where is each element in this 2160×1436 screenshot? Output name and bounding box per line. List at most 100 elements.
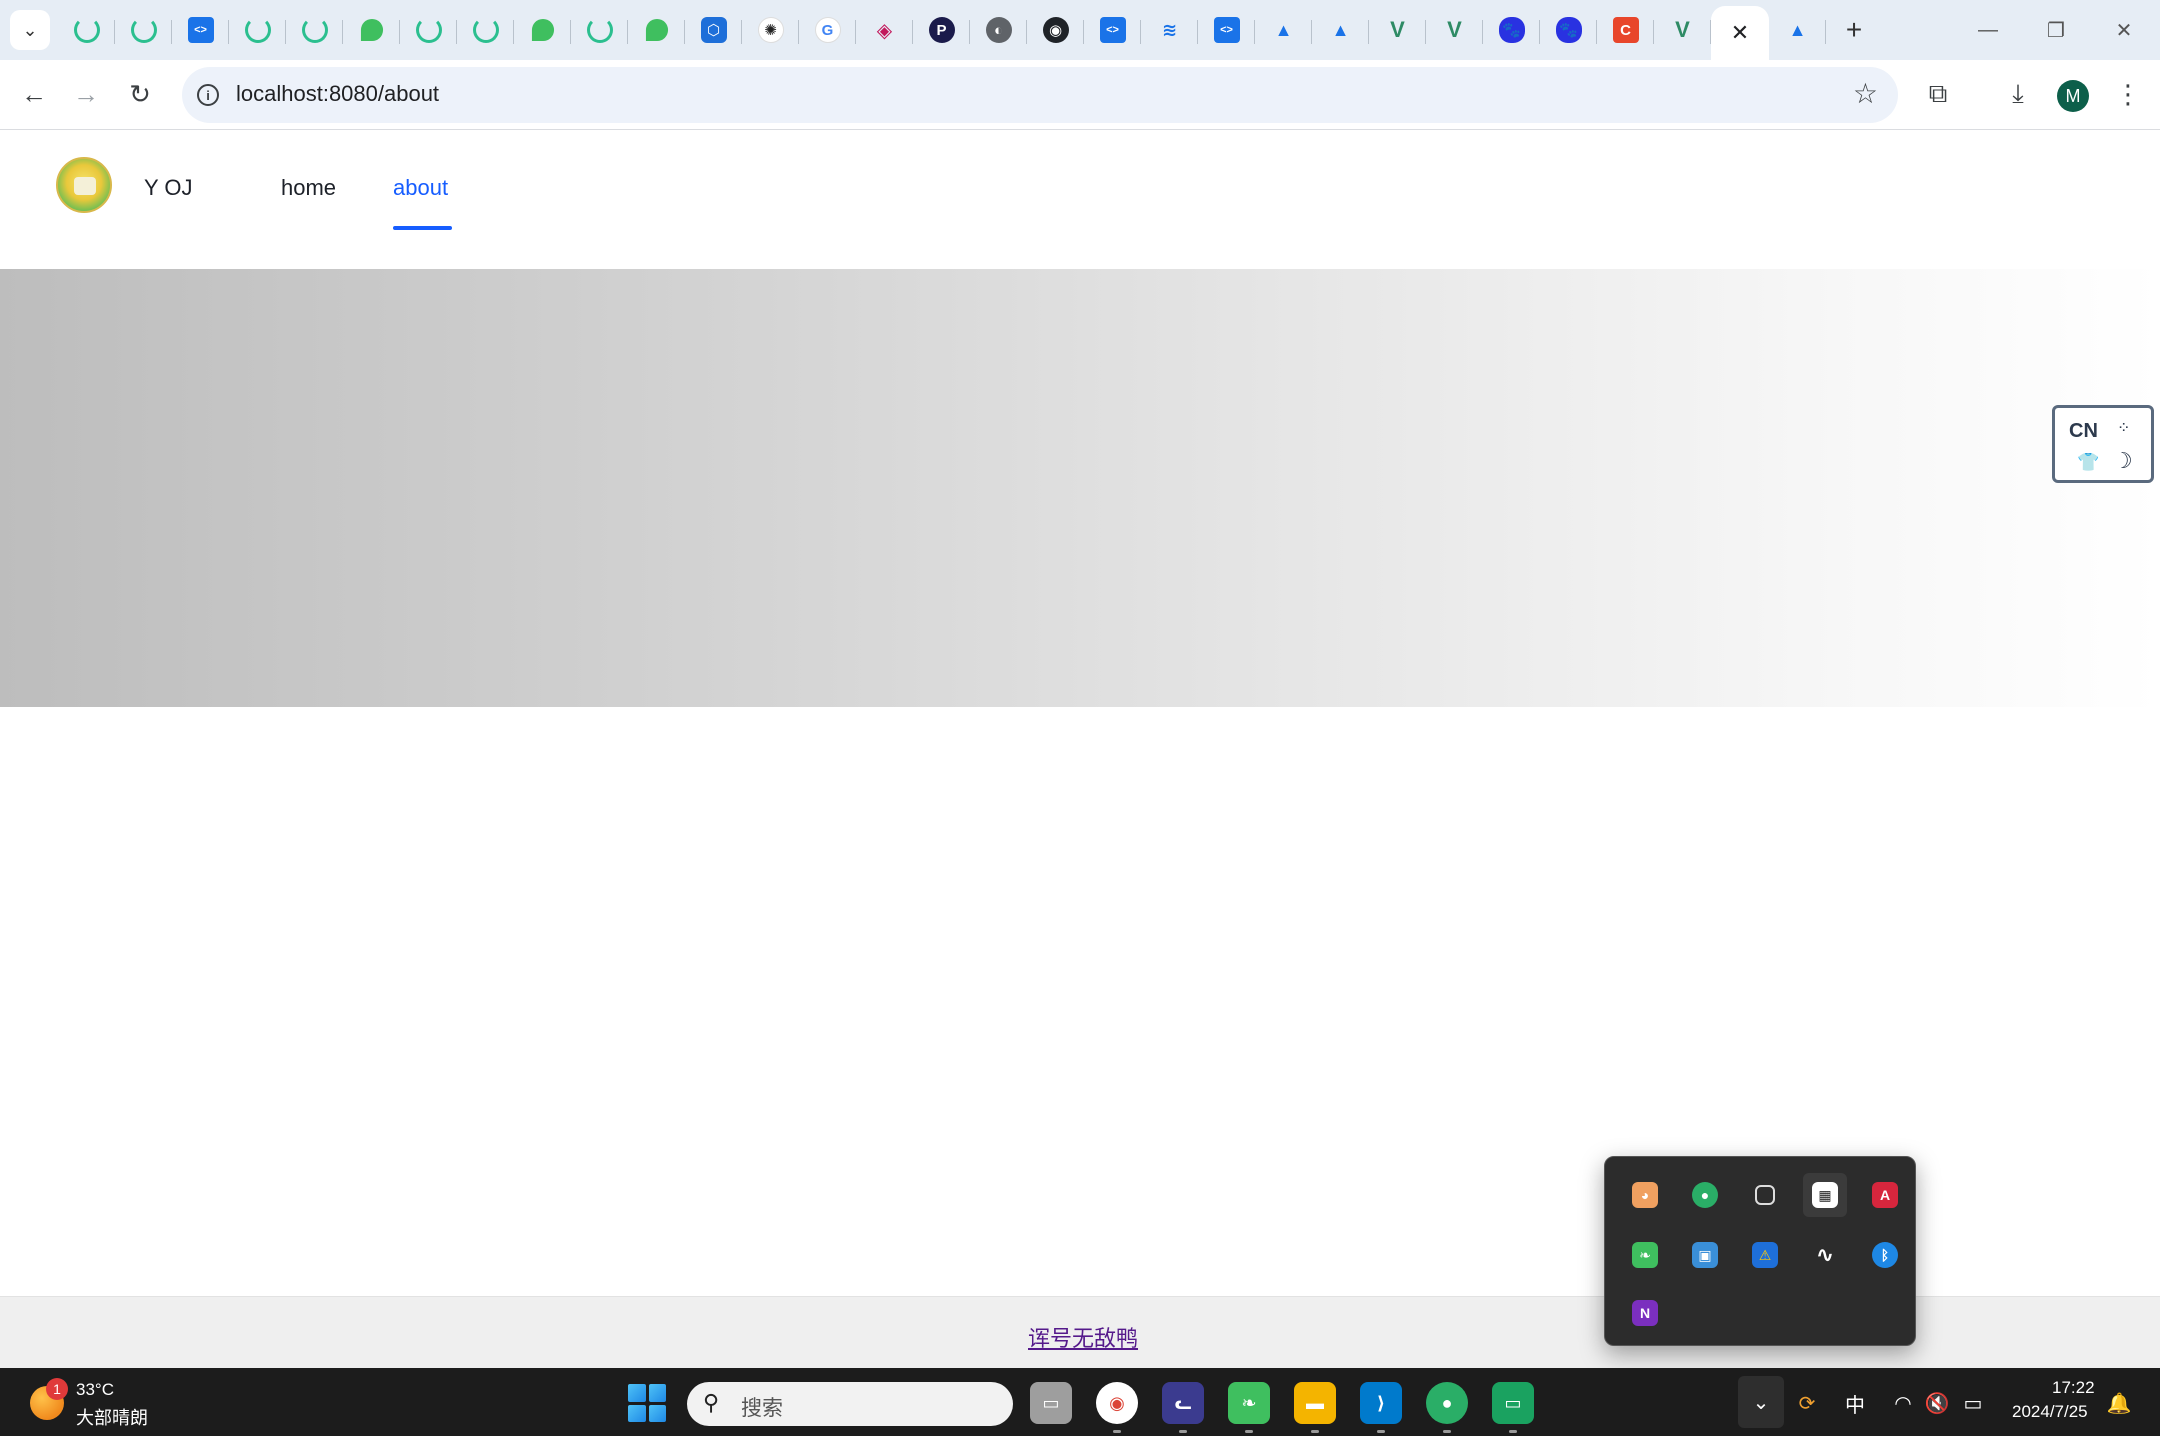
site-brand[interactable]: Y OJ — [144, 175, 193, 201]
tab-search-chevron-icon[interactable]: ⌄ — [10, 10, 50, 50]
bluetooth-icon[interactable]: ᛒ — [1863, 1233, 1907, 1277]
volume-muted-icon[interactable]: 🔇 — [1920, 1386, 1954, 1420]
copy-icon[interactable] — [1743, 1173, 1787, 1217]
code-editor-icon: <> — [1099, 17, 1126, 43]
tab[interactable]: ◈ — [856, 6, 913, 54]
minimize-icon[interactable]: — — [1958, 10, 2018, 50]
file-explorer-icon[interactable]: ▬ — [1294, 1382, 1336, 1424]
bookmark-star-icon[interactable]: ☆ — [1853, 77, 1878, 110]
tab[interactable] — [400, 6, 457, 54]
n-logo-icon[interactable]: ∿ — [1803, 1233, 1847, 1277]
address-bar[interactable]: i localhost:8080/about ☆ — [182, 67, 1898, 123]
battery-icon[interactable]: ▭ — [1956, 1386, 1990, 1420]
tab[interactable]: P — [913, 6, 970, 54]
app-grid-icon[interactable]: ▦ — [1803, 1173, 1847, 1217]
running-indicator — [1245, 1430, 1253, 1433]
tab[interactable]: C — [1597, 6, 1654, 54]
tab[interactable]: G — [799, 6, 856, 54]
menu-item-about[interactable]: about — [393, 175, 448, 201]
close-icon[interactable]: ✕ — [1731, 20, 1749, 46]
tab[interactable]: ✺ — [742, 6, 799, 54]
reload-icon[interactable]: ↻ — [120, 74, 160, 114]
start-windows-icon[interactable] — [628, 1384, 666, 1422]
green-app-icon[interactable]: ❧ — [1623, 1233, 1667, 1277]
display-icon[interactable]: ▣ — [1683, 1233, 1727, 1277]
pdf-app-icon[interactable]: A — [1863, 1173, 1907, 1217]
active-menu-indicator — [393, 226, 452, 230]
chrome-icon[interactable]: ◉ — [1096, 1382, 1138, 1424]
tab[interactable] — [457, 6, 514, 54]
remote-desktop-icon[interactable]: ▭ — [1492, 1382, 1534, 1424]
vue-icon: V — [1447, 17, 1462, 42]
tab-active[interactable]: ✕ — [1711, 6, 1769, 60]
extensions-puzzle-icon[interactable]: ⧉ — [1918, 74, 1958, 114]
search-icon: ⚲ — [703, 1390, 720, 1415]
wifi-icon[interactable]: ◠ — [1886, 1386, 1920, 1420]
vscode-icon[interactable]: ⟩ — [1360, 1382, 1402, 1424]
notification-bell-icon[interactable]: 🔔 — [2102, 1386, 2136, 1420]
url-text[interactable]: localhost:8080/about — [236, 81, 439, 107]
back-arrow-icon[interactable]: ← — [14, 74, 54, 114]
menu-item-home[interactable]: home — [281, 175, 336, 201]
cat-app-icon[interactable]: ◕ — [1623, 1173, 1667, 1217]
banner-placeholder — [0, 269, 2160, 707]
clock-time[interactable]: 17:22 — [2052, 1378, 2095, 1398]
onenote-icon[interactable]: N — [1623, 1291, 1667, 1335]
tab[interactable] — [514, 6, 571, 54]
green-app-icon[interactable]: ❧ — [1228, 1382, 1270, 1424]
tab[interactable]: ▲ — [1769, 6, 1826, 54]
running-indicator — [1179, 1430, 1187, 1433]
tab[interactable]: 🐾 — [1483, 6, 1540, 54]
profile-avatar[interactable]: M — [2057, 80, 2089, 112]
more-menu-icon[interactable]: ⋮ — [2108, 74, 2148, 114]
task-view-icon[interactable]: ▭ — [1030, 1382, 1072, 1424]
tab[interactable]: <> — [172, 6, 229, 54]
tab[interactable]: ▲ — [1255, 6, 1312, 54]
tab[interactable]: V — [1369, 6, 1426, 54]
clock-date[interactable]: 2024/7/25 — [2012, 1402, 2088, 1422]
tab[interactable]: <> — [1198, 6, 1255, 54]
cat-app-icon[interactable]: ᓚ — [1162, 1382, 1204, 1424]
tab[interactable]: ▲ — [1312, 6, 1369, 54]
sync-icon[interactable]: ⟳ — [1790, 1386, 1824, 1420]
tab[interactable]: <> — [1084, 6, 1141, 54]
new-tab-button[interactable]: + — [1838, 14, 1870, 46]
ime-moon-icon: ☽ — [2113, 448, 2133, 473]
tab[interactable]: ◐ — [970, 6, 1027, 54]
ime-floating-widget[interactable]: CN ⁘ 👕 ☽ — [2052, 405, 2154, 483]
ime-skin-icon: 👕 — [2077, 452, 2100, 472]
tab[interactable]: ≋ — [1141, 6, 1198, 54]
tab[interactable]: V — [1654, 6, 1711, 54]
footer-link[interactable]: 诨号无敌鸭 — [1028, 1321, 1138, 1353]
taskbar-search-box[interactable]: ⚲ 搜索 — [687, 1382, 1013, 1426]
weather-desc[interactable]: 大部晴朗 — [76, 1404, 148, 1430]
site-logo[interactable] — [56, 157, 112, 213]
tab[interactable] — [571, 6, 628, 54]
restore-icon[interactable]: ❐ — [2026, 10, 2086, 50]
download-icon[interactable]: ⤓ — [1998, 74, 2038, 114]
leaf-icon — [360, 18, 383, 42]
loading-spinner-icon — [301, 17, 328, 43]
tab[interactable] — [343, 6, 400, 54]
security-warning-icon[interactable]: ⚠ — [1743, 1233, 1787, 1277]
tab[interactable]: ◉ — [1027, 6, 1084, 54]
vue-icon: V — [1390, 17, 1405, 42]
tab[interactable]: 🐾 — [1540, 6, 1597, 54]
ime-mode-indicator[interactable]: 中 — [1838, 1386, 1872, 1420]
site-info-icon[interactable]: i — [192, 79, 224, 111]
tab[interactable] — [229, 6, 286, 54]
forward-arrow-icon[interactable]: → — [66, 74, 106, 114]
tray-overflow-chevron-icon[interactable]: ⌄ — [1738, 1376, 1784, 1428]
browser-toolbar: ← → ↻ i localhost:8080/about ☆ ⧉ ⤓ M ⋮ — [0, 60, 2160, 130]
tab[interactable] — [628, 6, 685, 54]
tab[interactable] — [58, 6, 115, 54]
wechat-icon[interactable]: ● — [1683, 1173, 1727, 1217]
baidu-icon: 🐾 — [1498, 17, 1525, 43]
tab[interactable]: V — [1426, 6, 1483, 54]
tab[interactable]: ⬡ — [685, 6, 742, 54]
wechat-icon[interactable]: ● — [1426, 1382, 1468, 1424]
tab[interactable] — [115, 6, 172, 54]
window-close-icon[interactable]: ✕ — [2094, 10, 2154, 50]
weather-temp[interactable]: 33°C — [76, 1380, 114, 1400]
tab[interactable] — [286, 6, 343, 54]
